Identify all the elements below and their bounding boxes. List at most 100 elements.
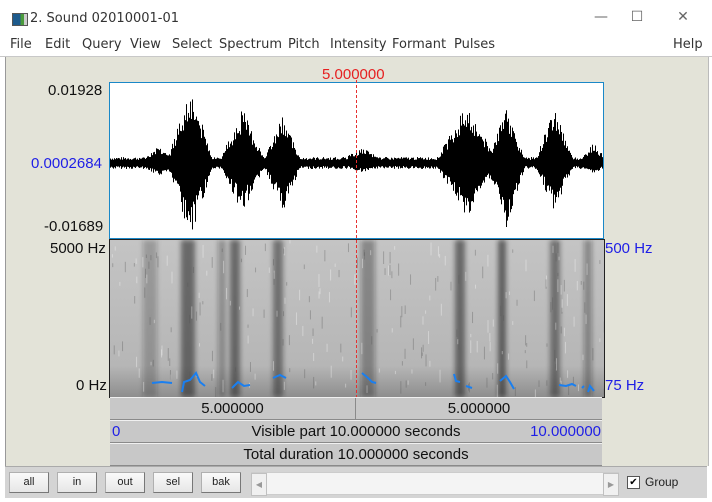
left-segment-duration[interactable]: 5.000000: [110, 398, 356, 419]
menu-intensity[interactable]: Intensity: [330, 37, 387, 52]
waveform-sample: [137, 158, 138, 167]
waveform-sample: [509, 133, 510, 200]
waveform-sample: [115, 159, 116, 169]
waveform-sample: [451, 135, 452, 185]
menu-pulses[interactable]: Pulses: [454, 37, 495, 52]
scroll-left-arrow-icon[interactable]: ◀: [251, 473, 267, 496]
waveform-sample: [563, 133, 564, 179]
waveform-sample: [564, 145, 565, 177]
waveform-sample: [522, 154, 523, 176]
waveform-sample: [406, 157, 407, 167]
waveform-sample: [169, 154, 170, 172]
waveform-sample: [333, 157, 334, 167]
waveform-sample: [439, 157, 440, 170]
waveform-sample: [133, 158, 134, 167]
horizontal-scrollbar[interactable]: ◀ ▶: [251, 472, 619, 496]
waveform-sample: [122, 159, 123, 168]
waveform-sample: [579, 159, 580, 169]
waveform-sample: [140, 158, 141, 168]
waveform-sample: [243, 122, 244, 206]
spectrogram-texture: [557, 242, 559, 254]
right-segment-duration[interactable]: 5.000000: [356, 398, 602, 419]
waveform-sample: [556, 130, 557, 198]
waveform-sample: [398, 157, 399, 169]
waveform-sample: [354, 156, 355, 170]
waveform-sample: [346, 159, 347, 169]
zoom-out-button[interactable]: out: [105, 472, 145, 493]
waveform-sample: [525, 158, 526, 167]
waveform-sample: [248, 124, 249, 201]
waveform-sample: [473, 125, 474, 203]
spectrogram-texture: [583, 281, 585, 290]
waveform-sample: [469, 113, 470, 213]
spectrogram-texture: [150, 255, 152, 261]
waveform-sample: [554, 119, 555, 195]
waveform-sample: [510, 125, 511, 213]
waveform-sample: [289, 135, 290, 183]
waveform-sample: [190, 101, 191, 223]
waveform-sample: [117, 158, 118, 167]
waveform-sample: [426, 159, 427, 167]
waveform-sample: [483, 141, 484, 181]
zoom-in-button[interactable]: in: [57, 472, 97, 493]
total-duration-bar[interactable]: Total duration 10.000000 seconds: [110, 443, 602, 466]
waveform-sample: [352, 154, 353, 168]
menu-select[interactable]: Select: [172, 37, 212, 52]
spectrogram-texture: [170, 327, 172, 333]
spectrogram-texture: [552, 245, 554, 253]
waveform-sample: [132, 159, 133, 169]
spectrogram-panel[interactable]: [109, 239, 605, 398]
scroll-right-arrow-icon[interactable]: ▶: [603, 473, 619, 496]
waveform-sample: [249, 135, 250, 194]
waveform-sample: [350, 156, 351, 169]
menu-edit[interactable]: Edit: [45, 37, 70, 52]
waveform-sample: [529, 158, 530, 168]
spectrogram-texture: [334, 263, 336, 267]
waveform-sample: [195, 119, 196, 222]
spectrogram-texture: [489, 342, 491, 352]
waveform-sample: [215, 158, 216, 169]
spectrogram-texture: [283, 381, 285, 390]
spectrogram-texture: [457, 339, 459, 345]
waveform-sample: [371, 154, 372, 168]
menu-spectrum[interactable]: Spectrum: [219, 37, 282, 52]
close-button[interactable]: ✕: [668, 6, 698, 28]
waveform-sample: [450, 139, 451, 182]
menu-pitch[interactable]: Pitch: [288, 37, 320, 52]
menu-help[interactable]: Help: [673, 37, 703, 52]
waveform-sample: [114, 158, 115, 168]
spectrogram-texture: [435, 277, 437, 291]
menu-file[interactable]: File: [10, 37, 32, 52]
waveform-sample: [380, 157, 381, 168]
waveform-sample: [196, 116, 197, 196]
waveform-sample: [293, 142, 294, 180]
menu-formant[interactable]: Formant: [392, 37, 446, 52]
waveform-sample: [447, 149, 448, 184]
spectrogram-texture: [324, 250, 326, 262]
zoom-back-button[interactable]: bak: [201, 472, 241, 493]
waveform-sample: [324, 158, 325, 168]
spectrogram-band: [584, 240, 592, 397]
visible-part-bar[interactable]: 0 Visible part 10.000000 seconds 10.0000…: [110, 420, 602, 443]
waveform-sample: [214, 157, 215, 169]
waveform-sample: [311, 159, 312, 169]
menu-query[interactable]: Query: [82, 37, 122, 52]
waveform-sample: [357, 155, 358, 171]
minimize-button[interactable]: —: [586, 6, 616, 28]
spectrogram-texture: [138, 368, 140, 378]
time-cursor[interactable]: [356, 80, 357, 398]
waveform-sample: [383, 158, 384, 168]
waveform-sample: [182, 125, 183, 212]
waveform-sample: [344, 158, 345, 167]
zoom-all-button[interactable]: all: [9, 472, 49, 493]
group-checkbox[interactable]: ✔: [627, 476, 640, 489]
spectrogram-texture: [189, 314, 191, 324]
menu-view[interactable]: View: [130, 37, 161, 52]
maximize-button[interactable]: ☐: [622, 6, 652, 28]
waveform-sample: [540, 146, 541, 177]
zoom-selection-button[interactable]: sel: [153, 472, 193, 493]
waveform-sample: [298, 155, 299, 170]
waveform-sample: [544, 134, 545, 177]
spectrogram-texture: [282, 339, 284, 346]
spectrogram-texture: [404, 348, 406, 359]
